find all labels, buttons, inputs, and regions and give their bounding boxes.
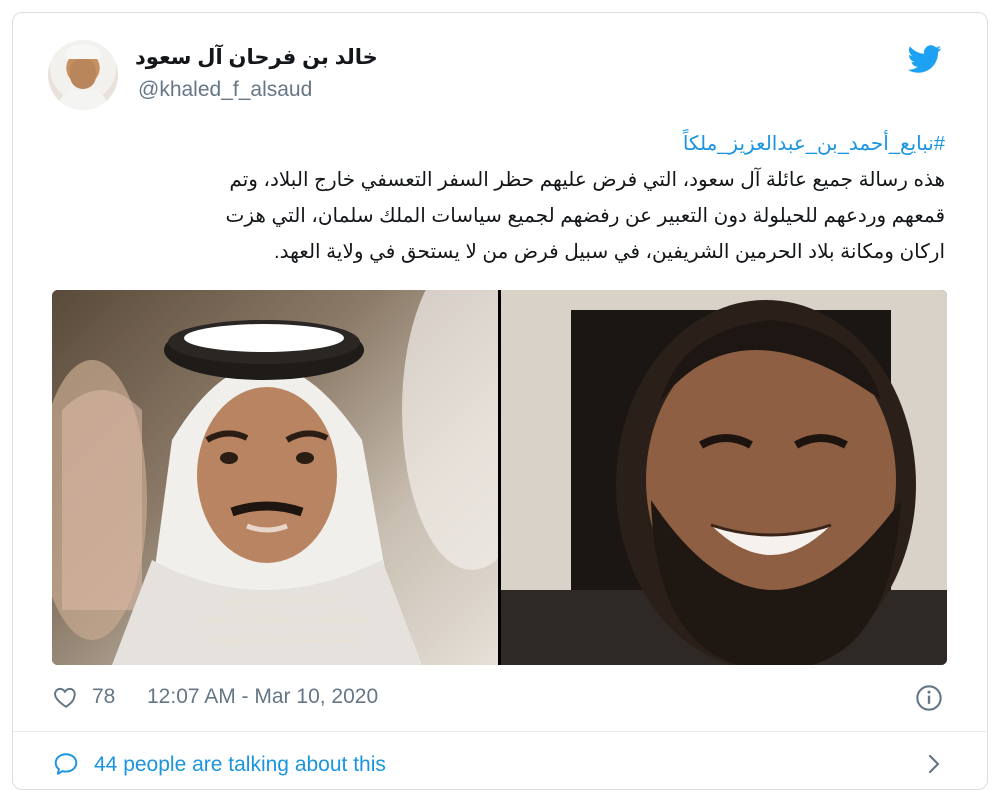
chevron-right-icon[interactable] [925, 752, 943, 776]
media-image-left[interactable]: خادم الحرمين الشريفين الملك أحمد بن عبدا… [52, 290, 498, 665]
tweet-hashtag[interactable]: #نبايع_أحمد_بن_عبدالعزيز_ملكاً [105, 126, 945, 162]
divider [13, 731, 988, 732]
media-image-right[interactable] [501, 290, 947, 665]
tweet-text-line: اركان ومكانة بلاد الحرمين الشريفين، في س… [274, 241, 945, 263]
talking-about-label[interactable]: 44 people are talking about this [94, 753, 386, 777]
avatar-robe [58, 90, 108, 110]
avatar-face [70, 59, 96, 89]
tweet-timestamp[interactable]: 12:07 AM - Mar 10, 2020 [147, 685, 378, 709]
portrait-illustration [52, 290, 498, 665]
comment-bubble-icon [54, 753, 78, 775]
portrait-illustration [501, 290, 947, 665]
tweet-text-line: هذه رسالة جميع عائلة آل سعود، التي فرض ع… [229, 169, 945, 191]
avatar-headdress [65, 45, 101, 59]
avatar[interactable] [48, 40, 118, 110]
image-caption-line: ملك المملكة العربية السعودية [208, 631, 355, 645]
info-icon[interactable] [915, 684, 943, 712]
heart-icon[interactable] [52, 684, 80, 710]
image-caption-line: خادم الحرمين الشريفين [223, 591, 341, 605]
twitter-bird-icon[interactable] [908, 42, 942, 76]
tweet-media[interactable]: خادم الحرمين الشريفين الملك أحمد بن عبدا… [52, 290, 947, 665]
author-display-name[interactable]: خالد بن فرحان آل سعود [135, 45, 378, 70]
image-caption-line: الملك أحمد بن عبدالعزيز آل سعود [198, 611, 366, 625]
author-handle[interactable]: @khaled_f_alsaud [138, 78, 312, 102]
tweet-text-line: قمعهم وردعهم للحيلولة دون التعبير عن رفض… [225, 205, 945, 227]
like-count[interactable]: 78 [92, 685, 115, 709]
